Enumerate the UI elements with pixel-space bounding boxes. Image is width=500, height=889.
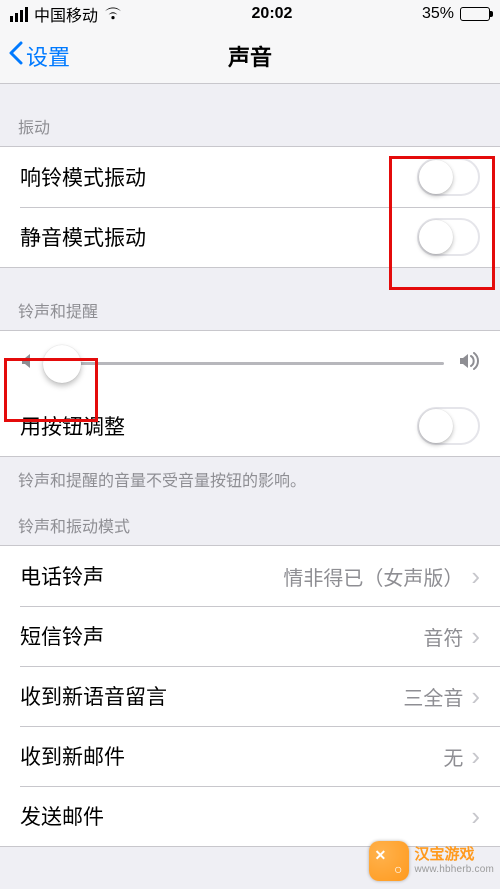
row-label: 收到新邮件: [20, 741, 125, 771]
row-new-voicemail[interactable]: 收到新语音留言 三全音 ›: [0, 666, 500, 726]
chevron-right-icon: ›: [471, 683, 480, 709]
battery-percent: 35%: [422, 5, 454, 23]
section-header-pattern: 铃声和振动模式: [0, 491, 500, 545]
row-label: 收到新语音留言: [20, 681, 167, 711]
status-bar: 中国移动 20:02 35%: [0, 0, 500, 28]
chevron-left-icon: [8, 41, 24, 71]
row-ringer-slider: [0, 330, 500, 396]
row-sent-mail[interactable]: 发送邮件 ›: [0, 786, 500, 846]
back-label: 设置: [26, 40, 70, 72]
row-change-with-buttons[interactable]: 用按钮调整: [0, 396, 500, 456]
row-label: 发送邮件: [20, 801, 104, 831]
toggle-change-with-buttons[interactable]: [417, 407, 480, 445]
section-footer-ringer: 铃声和提醒的音量不受音量按钮的影响。: [0, 457, 500, 491]
watermark-title: 汉宝游戏: [415, 847, 495, 864]
row-label: 电话铃声: [20, 561, 104, 591]
row-ringtone[interactable]: 电话铃声 情非得已（女声版） ›: [0, 546, 500, 606]
row-label: 响铃模式振动: [20, 162, 146, 192]
section-header-ringer: 铃声和提醒: [0, 268, 500, 330]
row-value: 三全音: [403, 682, 463, 711]
group-vibration: 响铃模式振动 静音模式振动: [0, 146, 500, 268]
row-vibrate-on-ring[interactable]: 响铃模式振动: [0, 147, 500, 207]
page-title: 声音: [0, 40, 500, 72]
slider-thumb[interactable]: [43, 345, 81, 383]
watermark: ✕○ 汉宝游戏 www.hbherb.com: [369, 841, 495, 881]
chevron-right-icon: ›: [471, 803, 480, 829]
toggle-vibrate-on-silent[interactable]: [417, 218, 480, 256]
row-label: 静音模式振动: [20, 222, 146, 252]
status-left: 中国移动: [10, 2, 122, 26]
chevron-right-icon: ›: [471, 623, 480, 649]
row-value: 无: [443, 742, 463, 771]
group-change-with-buttons: 用按钮调整: [0, 396, 500, 457]
status-right: 35%: [422, 5, 490, 23]
watermark-logo-icon: ✕○: [369, 841, 409, 881]
section-header-vibration: 振动: [0, 84, 500, 146]
status-time: 20:02: [252, 5, 293, 23]
nav-bar: 设置 声音: [0, 28, 500, 84]
toggle-vibrate-on-ring[interactable]: [417, 158, 480, 196]
ringer-volume-slider[interactable]: [50, 362, 444, 365]
group-sounds: 电话铃声 情非得已（女声版） › 短信铃声 音符 › 收到新语音留言 三全音 ›…: [0, 545, 500, 847]
chevron-right-icon: ›: [471, 743, 480, 769]
row-value: 情非得已（女声版）: [283, 562, 463, 591]
row-value: 音符: [423, 622, 463, 651]
chevron-right-icon: ›: [471, 563, 480, 589]
battery-icon: [460, 7, 490, 21]
watermark-url: www.hbherb.com: [415, 864, 495, 875]
row-label: 短信铃声: [20, 621, 104, 651]
row-text-tone[interactable]: 短信铃声 音符 ›: [0, 606, 500, 666]
carrier-label: 中国移动: [34, 2, 98, 26]
signal-icon: [10, 7, 28, 22]
row-vibrate-on-silent[interactable]: 静音模式振动: [0, 207, 500, 267]
row-label: 用按钮调整: [20, 411, 125, 441]
back-button[interactable]: 设置: [0, 40, 70, 72]
wifi-icon: [104, 5, 122, 23]
volume-low-icon: [20, 352, 36, 376]
row-new-mail[interactable]: 收到新邮件 无 ›: [0, 726, 500, 786]
volume-high-icon: [458, 352, 480, 376]
